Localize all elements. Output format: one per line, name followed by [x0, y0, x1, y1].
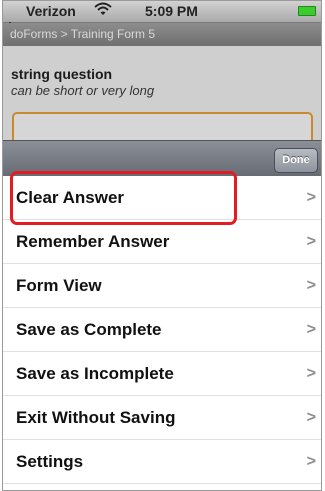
breadcrumb: doForms > Training Form 5: [2, 23, 322, 46]
menu-item-label: Save as Complete: [16, 320, 162, 339]
menu-item-save-incomplete[interactable]: Save as Incomplete >: [2, 352, 322, 396]
menu-item-label: Remember Answer: [16, 232, 170, 251]
chevron-right-icon: >: [306, 321, 316, 338]
highlight-box: [10, 171, 237, 225]
menu-item-label: Save as Incomplete: [16, 364, 174, 383]
carrier-name: Verizon: [26, 3, 76, 19]
menu-item-save-complete[interactable]: Save as Complete >: [2, 308, 322, 352]
status-bar: Verizon 5:09 PM: [2, 0, 322, 26]
battery-icon: [298, 6, 316, 16]
menu-item-form-view[interactable]: Form View >: [2, 264, 322, 308]
menu-item-label: Form View: [16, 276, 102, 295]
chevron-right-icon: >: [306, 409, 316, 426]
menu-item-remember-answer[interactable]: Remember Answer >: [2, 220, 322, 264]
chevron-right-icon: >: [306, 365, 316, 382]
phone-screen: Verizon 5:09 PM doForms > Training Form …: [2, 0, 322, 491]
done-button[interactable]: Done: [274, 148, 318, 173]
menu-item-label: Exit Without Saving: [16, 408, 176, 427]
question-hint: can be short or very long: [11, 83, 155, 98]
menu-item-exit-without-saving[interactable]: Exit Without Saving >: [2, 396, 322, 440]
question-title: string question: [11, 66, 113, 82]
chevron-right-icon: >: [306, 453, 316, 470]
chevron-right-icon: >: [306, 233, 316, 250]
chevron-right-icon: >: [306, 189, 316, 206]
menu-item-settings[interactable]: Settings >: [2, 440, 322, 484]
wifi-icon: [94, 2, 112, 19]
menu-item-label: Settings: [16, 452, 84, 471]
clock: 5:09 PM: [145, 3, 198, 19]
chevron-right-icon: >: [306, 277, 316, 294]
